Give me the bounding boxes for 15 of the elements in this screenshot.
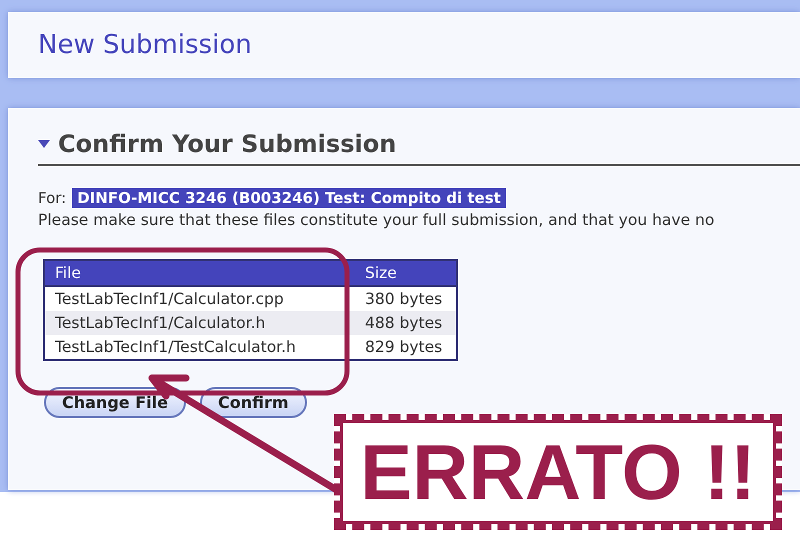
section-title[interactable]: Confirm Your Submission [58, 130, 396, 158]
table-cell: TestLabTecInf1/TestCalculator.h [44, 335, 355, 360]
page-title: New Submission [38, 30, 252, 60]
instruction-text: Please make sure that these files constitute your full submission, and that you have no [38, 211, 716, 229]
column-header: Size [355, 260, 458, 286]
table-cell: 380 bytes [355, 286, 458, 311]
column-header: File [44, 260, 355, 286]
assignment-name: DINFO-MICC 3246 (B003246) Test: Compito di test [72, 188, 506, 208]
table-cell: TestLabTecInf1/Calculator.cpp [44, 286, 355, 311]
collapse-triangle-icon[interactable] [38, 139, 50, 149]
table-cell: TestLabTecInf1/Calculator.h [44, 311, 355, 335]
table-cell: 488 bytes [355, 311, 458, 335]
table-cell: 829 bytes [355, 335, 458, 360]
error-stamp: ERRATO !! [334, 414, 782, 530]
for-label: For: [38, 189, 66, 207]
